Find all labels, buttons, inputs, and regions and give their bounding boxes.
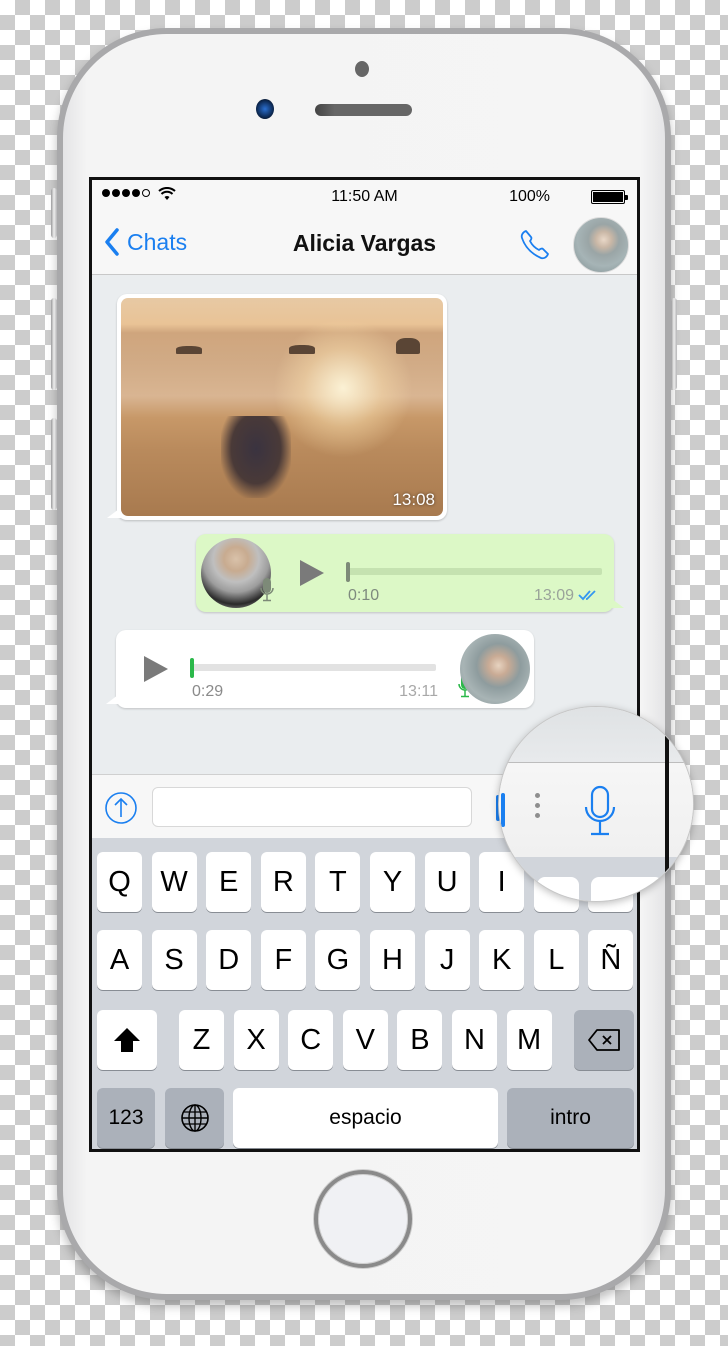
- key-f[interactable]: F: [260, 930, 306, 990]
- incoming-voice-message: 0:29 13:11: [116, 630, 534, 708]
- audio-duration: 0:29: [192, 683, 224, 700]
- status-bar: 11:50 AM 100%: [92, 180, 637, 214]
- more-options-icon[interactable]: [535, 793, 541, 819]
- key-r[interactable]: R: [260, 852, 306, 912]
- phone-icon[interactable]: [518, 228, 552, 262]
- key-j[interactable]: J: [424, 930, 470, 990]
- audio-progress-slider[interactable]: [346, 562, 602, 582]
- key-c[interactable]: C: [288, 1010, 334, 1070]
- language-key[interactable]: [165, 1088, 224, 1148]
- sender-avatar: [460, 634, 530, 704]
- message-time: 13:08: [392, 490, 435, 509]
- key-m[interactable]: M: [506, 1010, 552, 1070]
- slider-handle[interactable]: [190, 658, 194, 678]
- contact-name-title[interactable]: Alicia Vargas: [92, 230, 637, 257]
- home-button[interactable]: [314, 1170, 412, 1268]
- navigation-bar: Chats Alicia Vargas: [92, 214, 637, 275]
- audio-duration: 0:10: [348, 587, 380, 604]
- globe-icon: [180, 1104, 209, 1132]
- image-message[interactable]: 13:08: [117, 294, 447, 520]
- message-time: 13:11: [399, 683, 438, 700]
- key-q[interactable]: Q: [97, 852, 142, 912]
- key-ñ[interactable]: Ñ: [588, 930, 634, 990]
- key-s[interactable]: S: [151, 930, 197, 990]
- key-n[interactable]: N: [452, 1010, 497, 1070]
- key-t[interactable]: T: [315, 852, 361, 912]
- key-e[interactable]: E: [206, 852, 252, 912]
- key-g[interactable]: G: [315, 930, 361, 990]
- shift-key[interactable]: [97, 1010, 157, 1070]
- power-button: [671, 298, 677, 390]
- attach-upload-icon[interactable]: [104, 791, 138, 825]
- numbers-key[interactable]: 123: [97, 1088, 155, 1148]
- microphone-icon[interactable]: [583, 785, 617, 837]
- key-k[interactable]: K: [479, 930, 525, 990]
- magnifier-callout: [498, 706, 694, 902]
- play-button[interactable]: [300, 560, 324, 586]
- key-u[interactable]: U: [424, 852, 470, 912]
- key-v[interactable]: V: [342, 1010, 388, 1070]
- microphone-button-edge: [501, 793, 505, 827]
- contact-avatar[interactable]: [573, 217, 629, 273]
- outgoing-voice-message: 0:10 13:09: [196, 534, 614, 612]
- read-receipt-icon: [578, 590, 596, 601]
- status-time: 11:50 AM: [331, 188, 398, 205]
- proximity-sensor: [355, 61, 369, 77]
- volume-up-button: [51, 298, 57, 390]
- slider-handle[interactable]: [346, 562, 350, 582]
- backspace-icon: [588, 1029, 620, 1051]
- front-camera: [256, 99, 274, 119]
- key-z[interactable]: Z: [179, 1010, 224, 1070]
- chat-messages: 13:08 0:10 13:09 0:29 13:11: [92, 276, 637, 774]
- key-b[interactable]: B: [397, 1010, 443, 1070]
- shift-arrow-icon: [114, 1028, 140, 1052]
- key-l[interactable]: L: [533, 930, 579, 990]
- battery-icon: [591, 190, 628, 204]
- audio-progress-slider[interactable]: [190, 658, 436, 678]
- battery-percent: 100%: [509, 188, 550, 205]
- delete-key[interactable]: [574, 1010, 634, 1070]
- play-button[interactable]: [144, 656, 168, 682]
- mute-switch: [51, 188, 57, 238]
- key-h[interactable]: H: [370, 930, 415, 990]
- space-key[interactable]: espacio: [233, 1088, 498, 1148]
- earpiece-speaker: [315, 104, 412, 116]
- key-d[interactable]: D: [206, 930, 252, 990]
- message-input[interactable]: [152, 787, 472, 827]
- volume-down-button: [51, 418, 57, 510]
- microphone-icon: [260, 578, 274, 602]
- key-y[interactable]: Y: [370, 852, 415, 912]
- key-w[interactable]: W: [151, 852, 197, 912]
- return-key[interactable]: intro: [507, 1088, 634, 1148]
- message-time: 13:09: [533, 587, 574, 604]
- key-x[interactable]: X: [233, 1010, 279, 1070]
- key-a[interactable]: A: [97, 930, 142, 990]
- screen: 11:50 AM 100% Chats Alicia Vargas 13:08: [89, 177, 640, 1152]
- beach-photo: 13:08: [121, 298, 443, 516]
